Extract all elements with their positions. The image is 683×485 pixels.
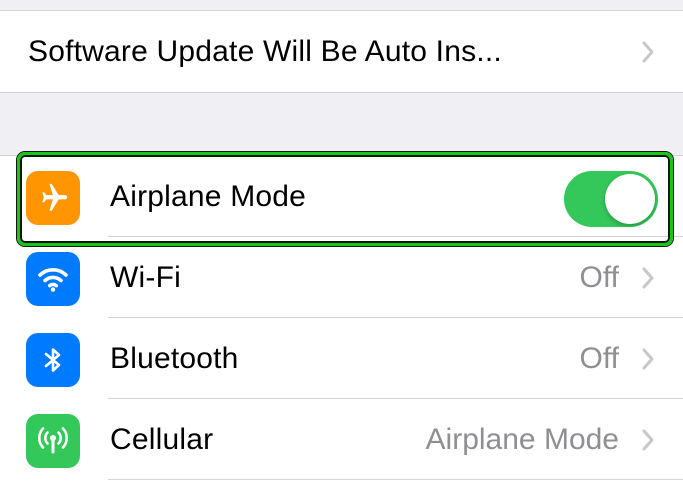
toggle-knob bbox=[605, 174, 655, 224]
bluetooth-row[interactable]: Bluetooth Off bbox=[0, 318, 683, 399]
airplane-mode-row[interactable]: Airplane Mode bbox=[0, 156, 683, 237]
chevron-right-icon bbox=[642, 41, 654, 63]
chevron-right-icon bbox=[642, 348, 654, 370]
cellular-row[interactable]: Cellular Airplane Mode bbox=[0, 399, 683, 480]
bluetooth-label: Bluetooth bbox=[110, 342, 239, 375]
cellular-label: Cellular bbox=[110, 423, 214, 456]
bluetooth-icon bbox=[26, 333, 80, 387]
wifi-value: Off bbox=[579, 261, 619, 294]
bluetooth-value: Off bbox=[579, 342, 619, 375]
settings-screen: Software Update Will Be Auto Ins... Airp… bbox=[0, 0, 683, 485]
row-divider bbox=[108, 479, 683, 480]
software-update-row[interactable]: Software Update Will Be Auto Ins... bbox=[0, 11, 683, 92]
chevron-right-icon bbox=[642, 267, 654, 289]
chevron-right-icon bbox=[642, 429, 654, 451]
cellular-icon bbox=[26, 414, 80, 468]
wifi-label: Wi-Fi bbox=[110, 261, 181, 294]
airplane-icon bbox=[26, 171, 80, 225]
software-update-label: Software Update Will Be Auto Ins... bbox=[28, 35, 502, 68]
connectivity-group: Airplane Mode Wi-Fi Off Bluetooth Off Ce… bbox=[0, 155, 683, 485]
cellular-value: Airplane Mode bbox=[425, 423, 619, 456]
wifi-row[interactable]: Wi-Fi Off bbox=[0, 237, 683, 318]
software-update-group: Software Update Will Be Auto Ins... bbox=[0, 10, 683, 93]
airplane-mode-label: Airplane Mode bbox=[110, 180, 307, 213]
wifi-icon bbox=[26, 252, 80, 306]
airplane-mode-toggle[interactable] bbox=[564, 171, 658, 227]
